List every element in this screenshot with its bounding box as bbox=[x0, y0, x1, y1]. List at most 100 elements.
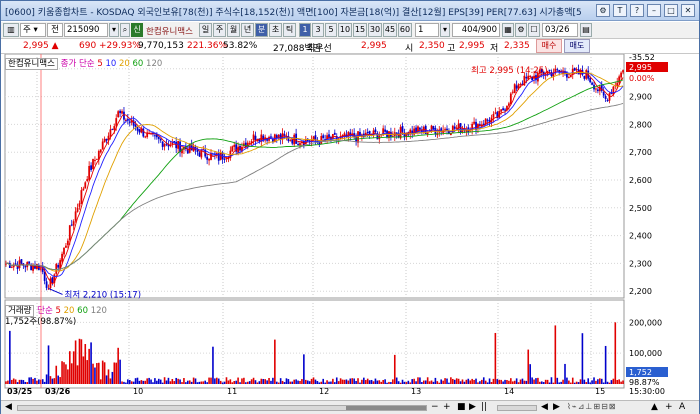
volume-badge-text: 1,752 bbox=[629, 368, 652, 377]
pause-button[interactable]: || bbox=[481, 402, 487, 412]
volume-bar bbox=[92, 363, 94, 384]
volume-bar bbox=[78, 338, 81, 384]
volume-bar bbox=[525, 380, 528, 384]
minute-45[interactable]: 45 bbox=[383, 23, 397, 37]
minute-10[interactable]: 10 bbox=[338, 23, 352, 37]
volume-bar bbox=[281, 380, 284, 384]
candle-body bbox=[154, 135, 156, 137]
period-month[interactable]: 월 bbox=[227, 23, 240, 37]
up-arrow-icon: ▲ bbox=[51, 41, 59, 51]
next-button[interactable]: ▶ bbox=[553, 402, 560, 412]
all-select[interactable]: 전 bbox=[47, 23, 63, 37]
volume-bar bbox=[349, 378, 352, 384]
volume-bar bbox=[196, 382, 199, 384]
checkbox-toggle[interactable]: ☐ bbox=[528, 23, 540, 37]
market-select[interactable]: 주 ▾ bbox=[20, 23, 46, 37]
volume-bar bbox=[465, 379, 468, 384]
calendar-icon[interactable]: ▤ bbox=[580, 23, 592, 37]
candle-body bbox=[68, 225, 71, 240]
volume-bar bbox=[438, 382, 441, 384]
volume-bar bbox=[453, 379, 456, 384]
volume-bar bbox=[175, 377, 177, 384]
volume-bar bbox=[90, 342, 92, 384]
horizontal-scrollbar[interactable] bbox=[17, 405, 427, 411]
candle-body bbox=[18, 260, 21, 269]
prev-button[interactable]: ◀ bbox=[541, 402, 548, 412]
volume-bar bbox=[355, 380, 357, 384]
candle-body bbox=[113, 126, 116, 130]
volume-bar bbox=[450, 377, 452, 384]
stop-button[interactable]: ■ bbox=[457, 402, 466, 412]
minute-60[interactable]: 60 bbox=[398, 23, 412, 37]
chart-type-icon[interactable]: ▥ bbox=[3, 23, 19, 37]
volume-bar bbox=[202, 381, 205, 384]
stock-code-input[interactable]: 215090 bbox=[64, 23, 108, 37]
chart-area[interactable]: 3,0002,9002,8002,7002,6002,5002,4002,300… bbox=[1, 53, 699, 402]
price-axis-label: 2,700 bbox=[629, 148, 652, 157]
volume-bar bbox=[47, 345, 50, 384]
candle-body bbox=[374, 129, 377, 133]
scroll-thumb[interactable] bbox=[346, 406, 426, 410]
volume-bar bbox=[165, 380, 168, 384]
minute-1[interactable]: 1 bbox=[299, 23, 311, 37]
count-input[interactable]: 1 bbox=[415, 23, 439, 37]
candle-body bbox=[119, 110, 121, 114]
settings-small-icon[interactable]: ⚙ bbox=[515, 23, 527, 37]
candle-body bbox=[80, 190, 83, 204]
volume-bar bbox=[562, 379, 564, 384]
zoom-out-button[interactable]: − bbox=[431, 402, 439, 412]
speed-slider[interactable] bbox=[497, 405, 537, 411]
candle-body bbox=[111, 128, 114, 130]
minimize-button[interactable]: – bbox=[647, 4, 661, 17]
volume-bar bbox=[341, 379, 344, 384]
volume-bar bbox=[566, 377, 568, 384]
open-price: 2,350 bbox=[419, 41, 445, 51]
candle-body bbox=[486, 119, 489, 121]
toolbar: ▥ 주 ▾ 전 215090 ▾ ⌕ 신 한컴유니맥스 일 주 월 년 분 초 … bbox=[1, 22, 699, 39]
drawing-tools[interactable]: ⌇⌁⊿⊥⊞⊟⊠ bbox=[567, 402, 617, 411]
close-button[interactable]: ✕ bbox=[681, 4, 695, 17]
volume-bar bbox=[262, 378, 265, 384]
up-button[interactable]: ▲ bbox=[651, 402, 658, 412]
period-tick[interactable]: 틱 bbox=[283, 23, 296, 37]
volume-bar bbox=[99, 379, 102, 384]
candle-body bbox=[604, 95, 607, 99]
help-icon[interactable]: ? bbox=[630, 4, 644, 17]
maximize-button[interactable]: □ bbox=[664, 4, 678, 17]
date-input[interactable]: 03/26 bbox=[542, 23, 578, 37]
sell-button[interactable]: 매도 bbox=[564, 39, 590, 53]
period-day[interactable]: 일 bbox=[199, 23, 212, 37]
plus-button[interactable]: + bbox=[665, 402, 673, 412]
play-button[interactable]: ▶ bbox=[469, 402, 476, 412]
minute-3[interactable]: 3 bbox=[312, 23, 324, 37]
minute-5[interactable]: 5 bbox=[325, 23, 337, 37]
candle-body bbox=[333, 132, 336, 135]
count-dropdown-icon[interactable]: ▾ bbox=[440, 23, 450, 37]
candle-body bbox=[51, 277, 54, 283]
minute-30[interactable]: 30 bbox=[368, 23, 382, 37]
volume-bar bbox=[105, 375, 108, 384]
volume-bar bbox=[301, 379, 303, 384]
dropdown-icon[interactable]: ▾ bbox=[109, 23, 119, 37]
grid-icon[interactable]: ▦ bbox=[502, 23, 514, 37]
zoom-in-button[interactable]: + bbox=[443, 402, 451, 412]
minute-15[interactable]: 15 bbox=[353, 23, 367, 37]
period-week[interactable]: 주 bbox=[213, 23, 226, 37]
volume-bar bbox=[161, 382, 164, 384]
search-icon[interactable]: ⌕ bbox=[120, 23, 130, 37]
buy-button[interactable]: 매수 bbox=[536, 39, 562, 53]
volume-bar bbox=[504, 379, 506, 384]
volume-bar bbox=[157, 378, 160, 384]
period-year[interactable]: 년 bbox=[241, 23, 254, 37]
settings-icon[interactable]: ⚙ bbox=[596, 4, 610, 17]
text-icon[interactable]: T bbox=[613, 4, 627, 17]
scroll-left-button[interactable]: ◀ bbox=[5, 402, 12, 412]
volume-bar bbox=[125, 382, 127, 384]
font-button[interactable]: A bbox=[679, 402, 685, 412]
period-minute[interactable]: 분 bbox=[255, 23, 268, 37]
volume-bar bbox=[136, 377, 139, 384]
chart-canvas[interactable]: 3,0002,9002,8002,7002,6002,5002,4002,300… bbox=[1, 53, 699, 400]
period-second[interactable]: 초 bbox=[269, 23, 282, 37]
volume-bar bbox=[304, 379, 307, 384]
high-annotation: 최고 2,995 (14:25) bbox=[471, 65, 548, 76]
